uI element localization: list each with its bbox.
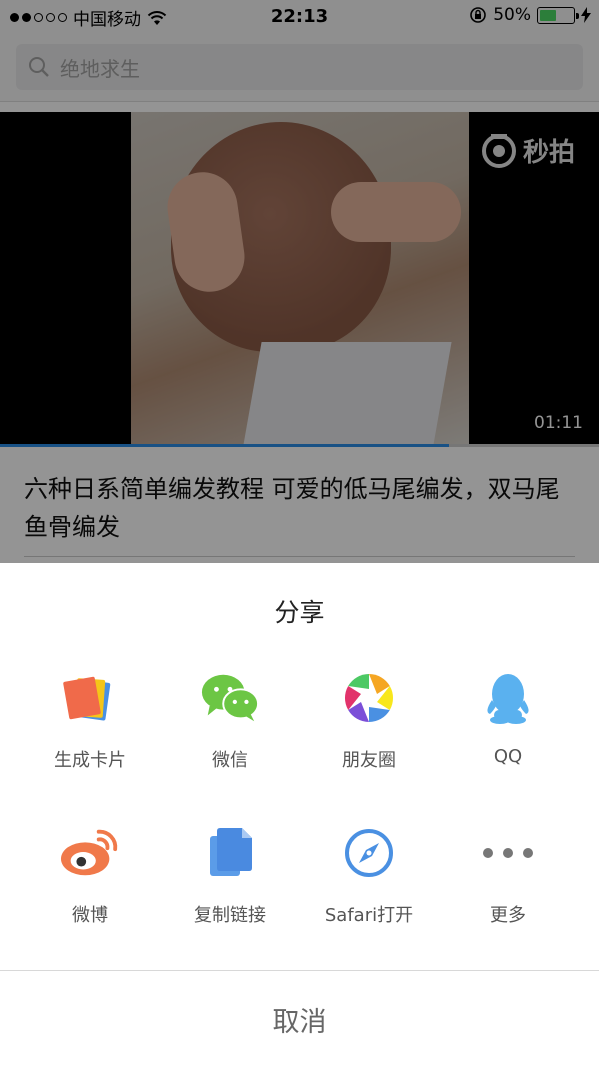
share-sheet: 分享 生成卡片 微信 朋友圈 QQ 微博 复制链接 Safari打开 更多 取消	[0, 563, 599, 1067]
share-card-button[interactable]: 生成卡片	[20, 668, 160, 788]
share-sheet-title: 分享	[274, 598, 325, 627]
more-icon	[478, 823, 538, 883]
weibo-icon	[60, 823, 120, 883]
copy-link-icon	[200, 823, 260, 883]
share-copy-link-button[interactable]: 复制链接	[160, 823, 300, 943]
cancel-button[interactable]: 取消	[0, 971, 599, 1067]
share-weibo-button[interactable]: 微博	[20, 823, 160, 943]
qq-icon	[478, 668, 538, 728]
dim-overlay[interactable]	[0, 0, 599, 563]
share-safari-button[interactable]: Safari打开	[299, 823, 439, 943]
share-more-button[interactable]: 更多	[438, 823, 578, 943]
share-wechat-button[interactable]: 微信	[160, 668, 300, 788]
wechat-icon	[200, 668, 260, 728]
share-qq-button[interactable]: QQ	[438, 668, 578, 788]
card-icon	[60, 668, 120, 728]
moments-icon	[339, 668, 399, 728]
safari-icon	[339, 823, 399, 883]
share-moments-button[interactable]: 朋友圈	[299, 668, 439, 788]
